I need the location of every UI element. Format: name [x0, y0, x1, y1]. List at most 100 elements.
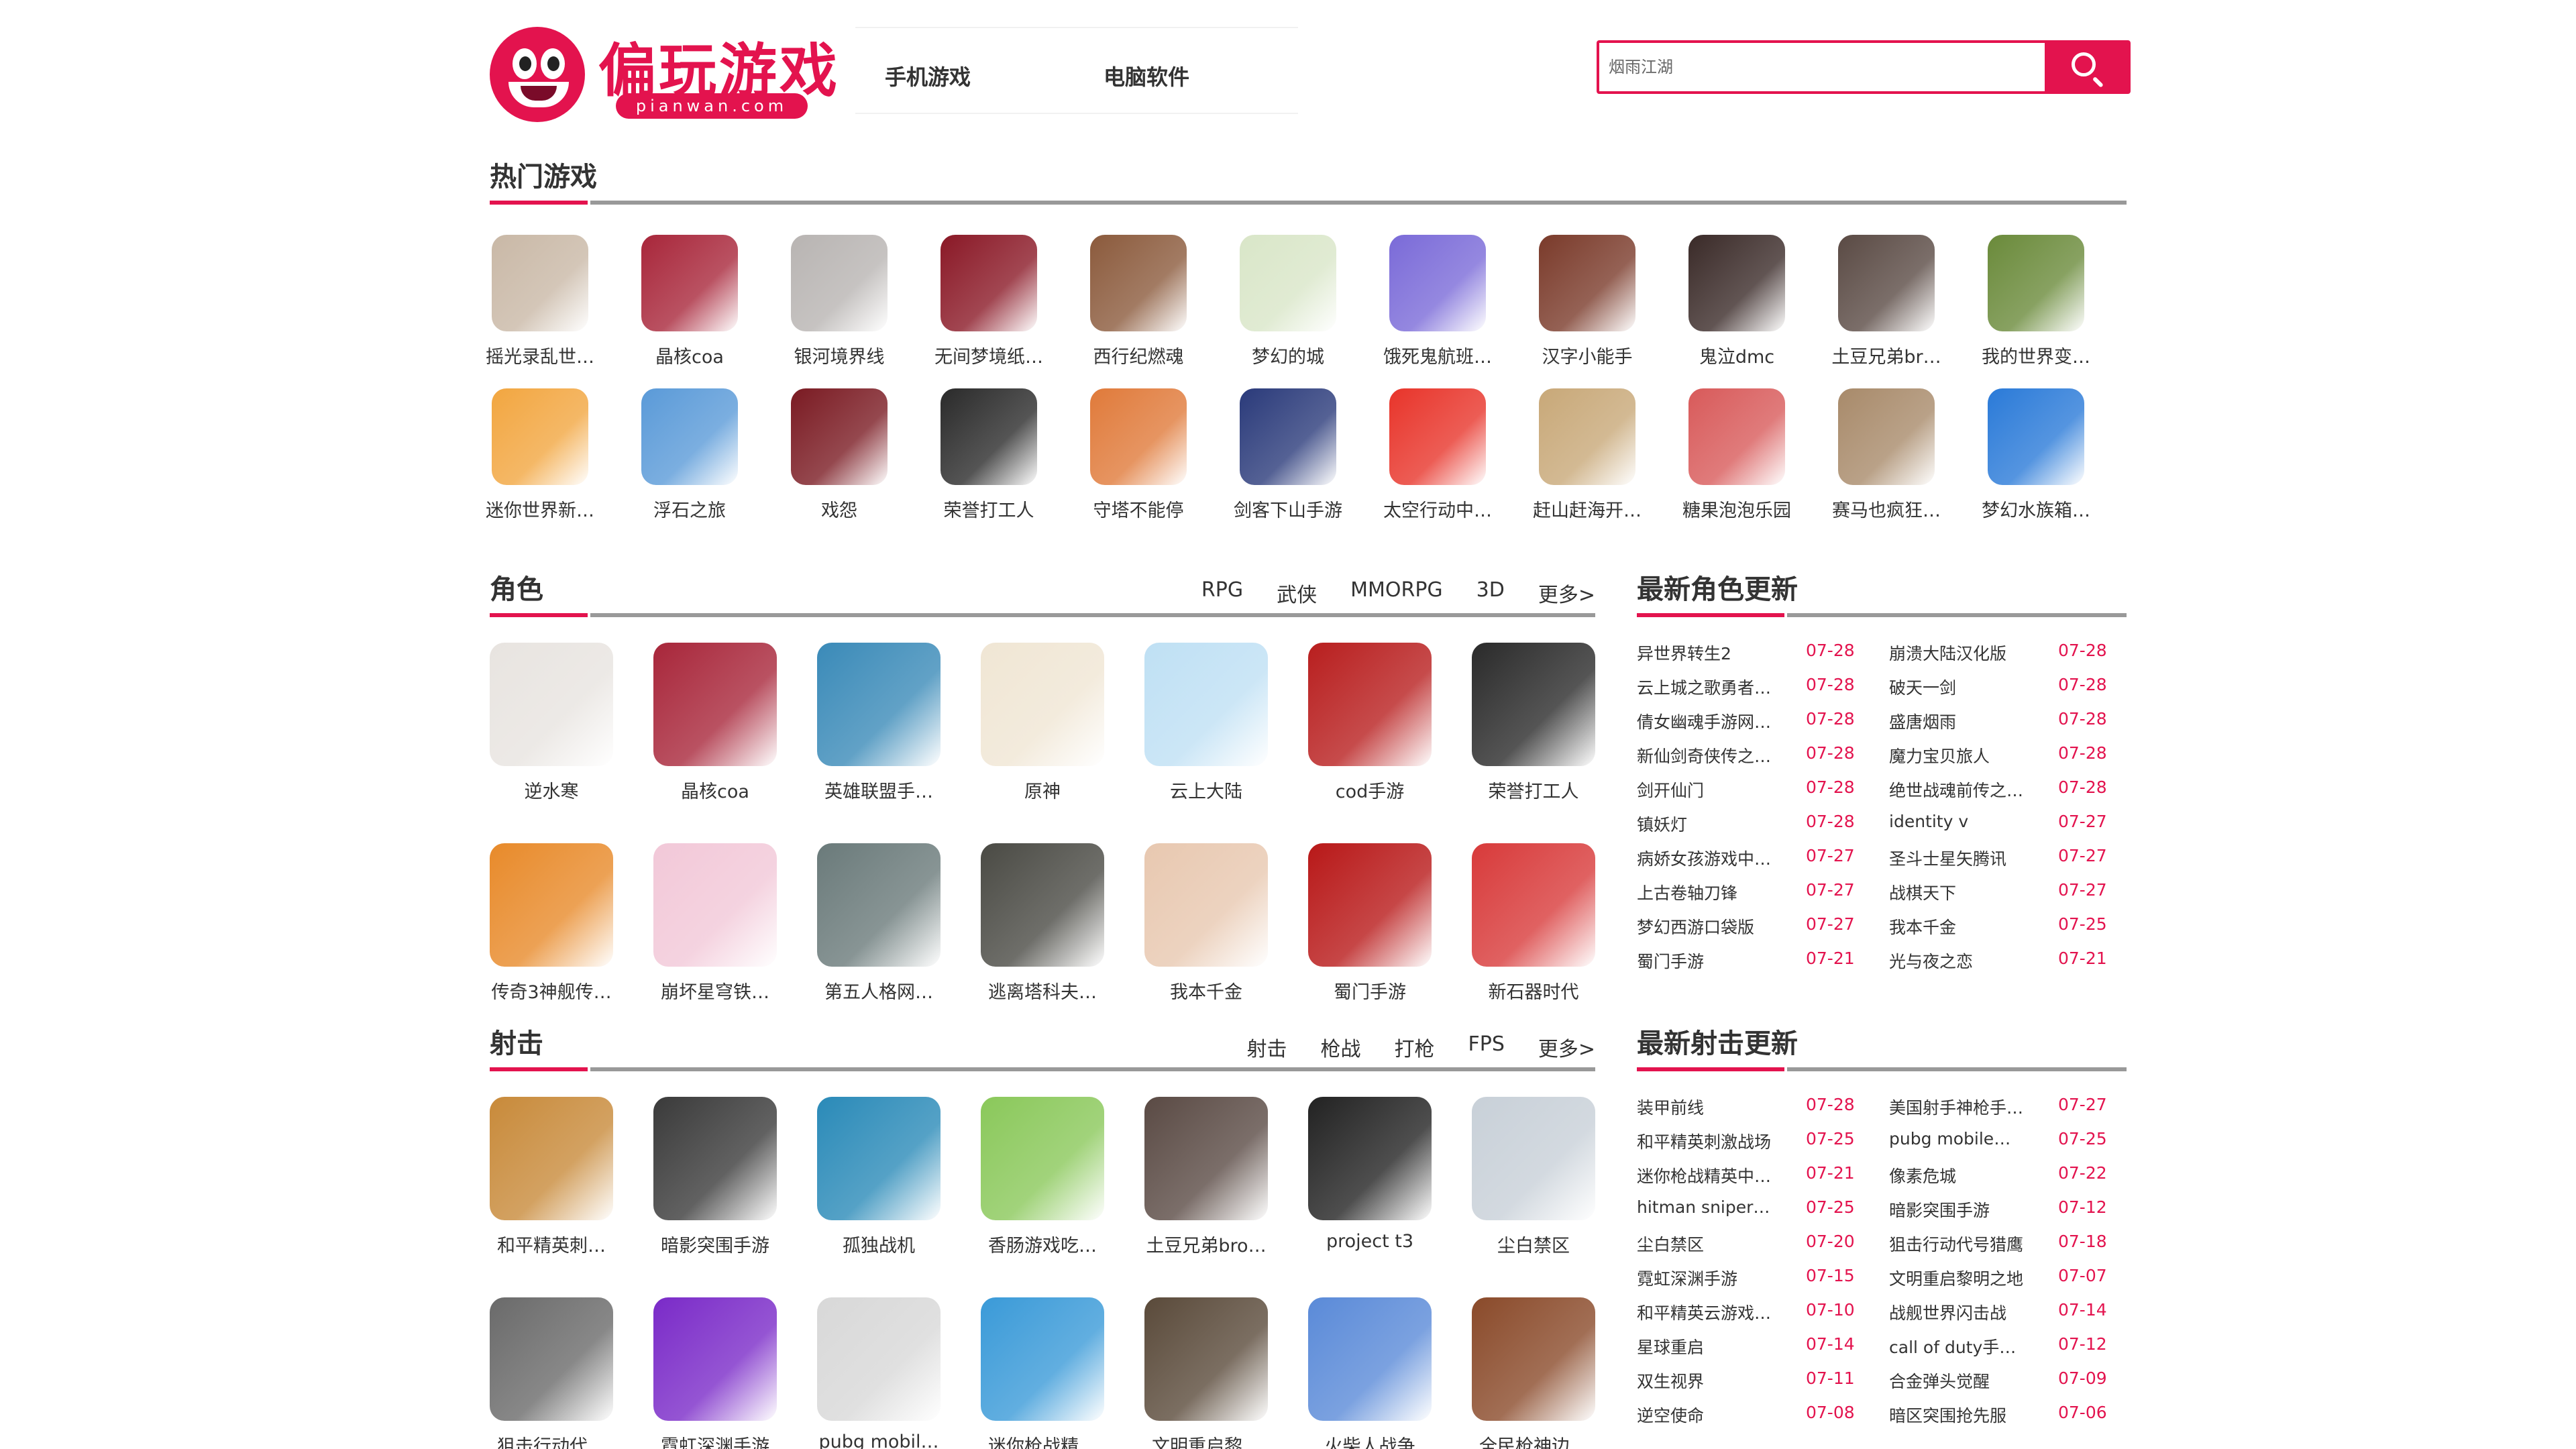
- game-icon[interactable]: [1308, 1097, 1432, 1220]
- game-label[interactable]: 梦幻的城: [1231, 342, 1345, 368]
- shoot-more-link[interactable]: 更多>: [1538, 1032, 1595, 1062]
- game-label[interactable]: 汉字小能手: [1530, 342, 1644, 368]
- nav-pc-software[interactable]: 电脑软件: [1104, 60, 1189, 91]
- game-icon[interactable]: [981, 643, 1104, 766]
- update-name[interactable]: 星球重启: [1637, 1334, 1784, 1358]
- game-icon[interactable]: [791, 235, 888, 331]
- update-name[interactable]: 美国射手神枪手…: [1889, 1095, 2037, 1119]
- game-label[interactable]: 香肠游戏吃…: [981, 1231, 1104, 1257]
- update-row[interactable]: 星球重启 07-14: [1637, 1328, 1889, 1362]
- game-item[interactable]: 赛马也疯狂…: [1832, 388, 1941, 522]
- game-label[interactable]: 荣誉打工人: [932, 496, 1046, 522]
- game-item[interactable]: 梦幻的城: [1238, 235, 1338, 368]
- update-name[interactable]: 光与夜之恋: [1889, 949, 2037, 973]
- game-icon[interactable]: [817, 1297, 941, 1421]
- game-icon[interactable]: [981, 1297, 1104, 1421]
- update-row[interactable]: 破天一剑 07-28: [1889, 668, 2141, 702]
- game-icon[interactable]: [641, 235, 738, 331]
- game-label[interactable]: cod手游: [1308, 777, 1432, 803]
- game-item[interactable]: 香肠游戏吃…: [981, 1097, 1104, 1257]
- game-label[interactable]: 第五人格网…: [817, 977, 941, 1004]
- update-row[interactable]: 战棋天下 07-27: [1889, 873, 2141, 908]
- update-name[interactable]: call of duty手…: [1889, 1334, 2037, 1358]
- tag-fps[interactable]: FPS: [1468, 1032, 1504, 1062]
- game-label[interactable]: 西行纪燃魂: [1081, 342, 1195, 368]
- update-row[interactable]: 蜀门手游 07-21: [1637, 942, 1889, 976]
- game-label[interactable]: 新石器时代: [1472, 977, 1595, 1004]
- game-item[interactable]: 英雄联盟手…: [817, 643, 941, 803]
- update-row[interactable]: 暗影突围手游 07-12: [1889, 1191, 2141, 1225]
- update-name[interactable]: 破天一剑: [1889, 675, 2037, 699]
- game-item[interactable]: 守塔不能停: [1088, 388, 1189, 522]
- game-label[interactable]: 荣誉打工人: [1472, 777, 1595, 803]
- game-item[interactable]: 传奇3神舰传…: [490, 843, 613, 1004]
- update-row[interactable]: 和平精英云游戏… 07-10: [1637, 1293, 1889, 1328]
- game-item[interactable]: 蜀门手游: [1308, 843, 1432, 1004]
- game-icon[interactable]: [1240, 388, 1336, 485]
- update-row[interactable]: pubg mobile… 07-25: [1889, 1122, 2141, 1157]
- update-row[interactable]: 迷你枪战精英中… 07-21: [1637, 1157, 1889, 1191]
- game-icon[interactable]: [1688, 235, 1785, 331]
- search-input[interactable]: [1599, 43, 2045, 91]
- game-label[interactable]: 崩坏星穹铁…: [653, 977, 777, 1004]
- game-icon[interactable]: [1144, 843, 1268, 967]
- game-label[interactable]: 尘白禁区: [1472, 1231, 1595, 1257]
- update-row[interactable]: 剑开仙门 07-28: [1637, 771, 1889, 805]
- game-icon[interactable]: [492, 235, 588, 331]
- game-item[interactable]: 迷你枪战精…: [981, 1297, 1104, 1449]
- game-icon[interactable]: [490, 1097, 613, 1220]
- game-icon[interactable]: [1838, 235, 1935, 331]
- update-name[interactable]: identity v: [1889, 812, 2037, 831]
- game-label[interactable]: 无间梦境纸…: [932, 342, 1046, 368]
- game-label[interactable]: project t3: [1308, 1231, 1432, 1252]
- game-label[interactable]: 传奇3神舰传…: [490, 977, 613, 1004]
- game-item[interactable]: 云上大陆: [1144, 643, 1268, 803]
- game-item[interactable]: 文明重启黎…: [1144, 1297, 1268, 1449]
- update-name[interactable]: 倩女幽魂手游网…: [1637, 709, 1784, 733]
- update-row[interactable]: 盛唐烟雨 07-28: [1889, 702, 2141, 737]
- update-row[interactable]: 尘白禁区 07-20: [1637, 1225, 1889, 1259]
- game-icon[interactable]: [981, 843, 1104, 967]
- update-row[interactable]: 镇妖灯 07-28: [1637, 805, 1889, 839]
- update-name[interactable]: pubg mobile…: [1889, 1129, 2037, 1148]
- update-name[interactable]: 我本千金: [1889, 914, 2037, 938]
- game-icon[interactable]: [653, 643, 777, 766]
- game-icon[interactable]: [1308, 843, 1432, 967]
- game-icon[interactable]: [817, 1097, 941, 1220]
- game-icon[interactable]: [1472, 1297, 1595, 1421]
- update-row[interactable]: 倩女幽魂手游网… 07-28: [1637, 702, 1889, 737]
- game-icon[interactable]: [1090, 388, 1187, 485]
- update-name[interactable]: 新仙剑奇侠传之…: [1637, 743, 1784, 767]
- tag-guns[interactable]: 打枪: [1394, 1032, 1434, 1062]
- game-label[interactable]: 火柴人战争: [1308, 1432, 1432, 1449]
- game-label[interactable]: 狙击行动代…: [490, 1432, 613, 1449]
- game-item[interactable]: 火柴人战争: [1308, 1297, 1432, 1449]
- game-item[interactable]: 梦幻水族箱…: [1982, 388, 2090, 522]
- game-icon[interactable]: [1144, 1097, 1268, 1220]
- game-icon[interactable]: [981, 1097, 1104, 1220]
- update-row[interactable]: 暗区突围抢先服 07-06: [1889, 1396, 2141, 1430]
- game-icon[interactable]: [1838, 388, 1935, 485]
- game-item[interactable]: 原神: [981, 643, 1104, 803]
- game-icon[interactable]: [641, 388, 738, 485]
- game-item[interactable]: 崩坏星穹铁…: [653, 843, 777, 1004]
- update-row[interactable]: identity v 07-27: [1889, 805, 2141, 839]
- game-label[interactable]: 晶核coa: [633, 342, 747, 368]
- update-row[interactable]: 装甲前线 07-28: [1637, 1088, 1889, 1122]
- game-item[interactable]: 我的世界变…: [1982, 235, 2090, 368]
- game-label[interactable]: 迷你世界新…: [483, 496, 597, 522]
- update-name[interactable]: 战舰世界闪击战: [1889, 1300, 2037, 1324]
- game-icon[interactable]: [653, 1297, 777, 1421]
- game-label[interactable]: 太空行动中…: [1381, 496, 1495, 522]
- game-icon[interactable]: [1240, 235, 1336, 331]
- game-label[interactable]: 土豆兄弟bro…: [1144, 1231, 1268, 1257]
- game-icon[interactable]: [492, 388, 588, 485]
- update-row[interactable]: 病娇女孩游戏中… 07-27: [1637, 839, 1889, 873]
- update-name[interactable]: hitman sniper…: [1637, 1197, 1784, 1217]
- game-icon[interactable]: [941, 235, 1037, 331]
- game-item[interactable]: 饿死鬼航班…: [1383, 235, 1492, 368]
- game-icon[interactable]: [1090, 235, 1187, 331]
- game-item[interactable]: cod手游: [1308, 643, 1432, 803]
- game-icon[interactable]: [1472, 643, 1595, 766]
- game-item[interactable]: 土豆兄弟br…: [1831, 235, 1941, 368]
